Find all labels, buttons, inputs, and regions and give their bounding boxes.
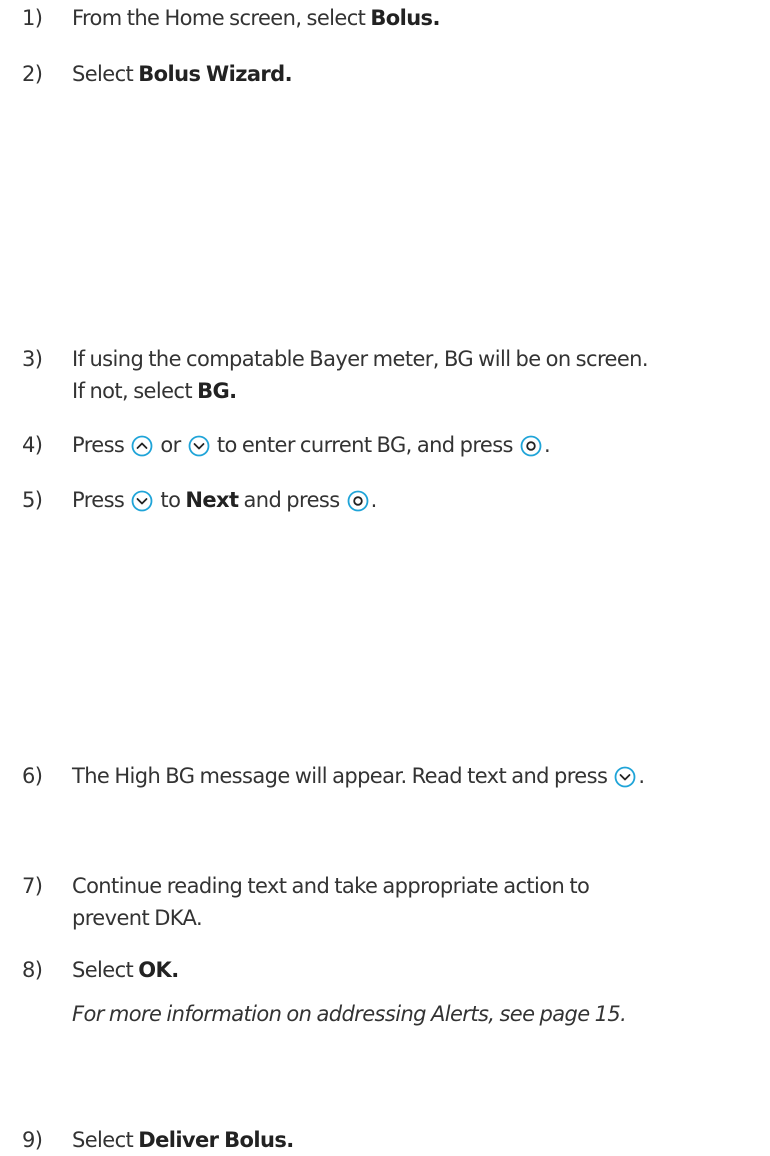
step-number: 6) [22,764,43,788]
step-instruction-cont: If not, select BG. [72,375,648,407]
step-number: 9) [22,1128,43,1152]
step-instruction: Select [72,62,139,86]
step-instruction: . [638,764,645,788]
step-text: Continue reading text and take appropria… [72,870,590,934]
step-instruction: If not, select [72,379,198,403]
step-text: Press to Next and press . [72,484,377,516]
emphasis: OK. [138,958,179,982]
step-instruction: prevent DKA. [72,906,203,930]
step-number: 2) [22,62,43,86]
step-instruction: Select [72,958,139,982]
step-instruction: The High BG message will appear. Read te… [72,764,613,788]
step-text: From the Home screen, select Bolus. [72,2,440,34]
down-arrow-circle-icon [131,490,153,512]
step-instruction: and press [238,488,345,512]
step-instruction: to enter current BG, and press [211,433,518,457]
step-instruction: or [155,433,186,457]
step-text: Select Bolus Wizard. [72,58,293,90]
emphasis: Bolus. [370,6,440,30]
up-arrow-circle-icon [131,435,153,457]
step-instruction: to [155,488,186,512]
step-instruction: Continue reading text and take appropria… [72,874,590,898]
step-text: The High BG message will appear. Read te… [72,760,645,792]
step-instruction: Select [72,1128,139,1152]
step-number: 7) [22,874,43,898]
select-button-circle-icon [347,490,369,512]
step-text: Select Deliver Bolus. [72,1124,294,1156]
step-text: Press or to enter current BG, and press … [72,429,551,461]
select-button-circle-icon [520,435,542,457]
step-number: 8) [22,958,43,982]
step-instruction: Press [72,488,130,512]
step-instruction: From the Home screen, select [72,6,371,30]
step-text: Select OK. For more information on addre… [72,954,627,1030]
emphasis: Bolus Wizard. [138,62,292,86]
emphasis: BG. [197,379,237,403]
step-text: If using the compatable Bayer meter, BG … [72,343,649,407]
emphasis: Next [185,488,239,512]
step-number: 5) [22,488,43,512]
down-arrow-circle-icon [188,435,210,457]
step-instruction-line: Select OK. [72,954,626,986]
step-number: 4) [22,433,43,457]
step-instruction: . [543,433,551,457]
step-instruction: If using the compatable Bayer meter, BG … [72,347,649,371]
step-instruction: . [370,488,378,512]
step-number: 1) [22,6,43,30]
step-instruction: Press [72,433,130,457]
down-arrow-circle-icon [614,766,636,788]
step-number: 3) [22,347,43,371]
reference-note: For more information on addressing Alert… [72,1002,627,1026]
emphasis: Deliver Bolus. [138,1128,294,1152]
